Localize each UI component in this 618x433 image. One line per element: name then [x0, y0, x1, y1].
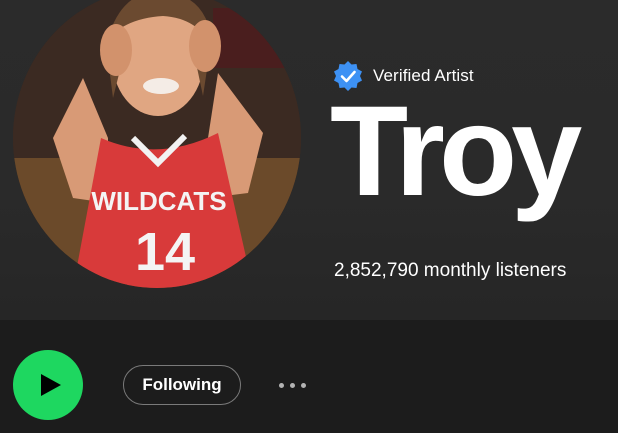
more-horizontal-icon [278, 382, 284, 388]
more-options-button[interactable] [268, 372, 316, 398]
artist-photo: WILDCATS 14 [13, 0, 301, 288]
play-icon [40, 374, 61, 396]
artist-avatar: WILDCATS 14 [13, 0, 301, 288]
play-button[interactable] [13, 350, 83, 420]
following-button[interactable]: Following [123, 365, 241, 405]
jersey-text: WILDCATS [91, 186, 226, 216]
monthly-listeners: 2,852,790 monthly listeners [334, 260, 567, 281]
artist-header: WILDCATS 14 Verified Artist Troy 2,852,7… [0, 0, 618, 320]
jersey-number: 14 [135, 222, 195, 282]
artist-name: Troy [330, 80, 582, 223]
